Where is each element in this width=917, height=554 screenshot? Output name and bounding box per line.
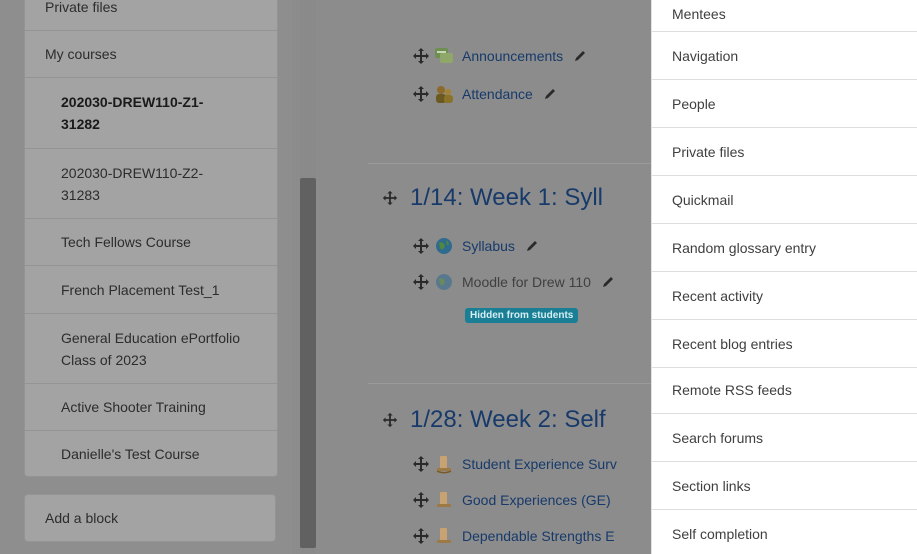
activity-dependable-strengths[interactable]: Dependable Strengths E [412,526,615,546]
block-option-private-files[interactable]: Private files [652,128,917,176]
url-icon [436,238,452,254]
move-icon[interactable] [382,190,398,206]
block-option-label: Random glossary entry [672,239,816,256]
add-block-panel: Mentees Navigation People Private files … [651,0,917,554]
sidebar-item-my-courses[interactable]: My courses [25,30,277,77]
url-icon [436,274,452,290]
move-icon[interactable] [412,491,430,509]
block-option-label: Section links [672,477,751,494]
block-option-mentees[interactable]: Mentees [652,0,917,32]
assignment-icon [437,456,451,474]
block-option-label: Mentees [672,5,726,22]
block-option-label: Private files [672,143,745,160]
activity-student-experience-survey[interactable]: Student Experience Surv [412,454,617,474]
section-divider [368,163,668,164]
block-option-recent-activity[interactable]: Recent activity [652,272,917,320]
block-option-search-forums[interactable]: Search forums [652,414,917,462]
block-option-label: Search forums [672,429,764,446]
sidebar-item-gen-ed-eportfolio[interactable]: General Education ePortfolio Class of 20… [25,313,277,383]
move-icon[interactable] [382,412,398,428]
block-option-label: Quickmail [672,191,734,208]
block-option-label: People [672,95,716,112]
scrollbar-thumb[interactable] [300,178,316,548]
activity-label[interactable]: Moodle for Drew 110 [462,274,591,290]
block-option-self-completion[interactable]: Self completion [652,510,917,554]
section-title[interactable]: 1/14: Week 1: Syll [410,184,603,212]
edit-pencil-icon[interactable] [543,87,557,101]
sidebar-item-label: Active Shooter Training [61,399,206,415]
moodle-page: Private files My courses 202030-DREW110-… [0,0,917,554]
sidebar-item-private-files[interactable]: Private files [25,0,277,30]
activity-good-experiences[interactable]: Good Experiences (GE) [412,490,611,510]
sidebar-item-tech-fellows[interactable]: Tech Fellows Course [25,218,277,265]
block-option-recent-blog[interactable]: Recent blog entries [652,320,917,368]
sidebar-item-french-placement[interactable]: French Placement Test_1 [25,265,277,313]
assignment-icon [437,528,451,543]
sidebar-item-label: Tech Fellows Course [61,234,191,250]
section-week-1: 1/14: Week 1: Syll [382,184,603,212]
add-a-block[interactable]: Add a block [24,494,276,542]
edit-pencil-icon[interactable] [573,49,587,63]
sidebar-item-active-shooter[interactable]: Active Shooter Training [25,383,277,430]
activity-announcements[interactable]: Announcements [412,46,587,66]
activity-label[interactable]: Syllabus [462,238,515,254]
block-option-navigation[interactable]: Navigation [652,32,917,80]
activity-label[interactable]: Dependable Strengths E [462,528,615,544]
sidebar-item-label: My courses [45,46,117,62]
section-title[interactable]: 1/28: Week 2: Self [410,406,606,434]
navigation-block: Private files My courses 202030-DREW110-… [24,0,278,477]
section-week-2: 1/28: Week 2: Self [382,406,606,434]
block-option-random-glossary[interactable]: Random glossary entry [652,224,917,272]
move-icon[interactable] [412,527,430,545]
sidebar-item-label: General Education ePortfolio Class of 20… [61,329,240,368]
attendance-icon [436,86,453,103]
edit-pencil-icon[interactable] [601,275,615,289]
activity-label[interactable]: Announcements [462,48,563,64]
sidebar-item-course-z2[interactable]: 202030-DREW110-Z2-31283 [25,148,277,218]
hidden-from-students-badge: Hidden from students [465,308,579,323]
sidebar-item-course-z1[interactable]: 202030-DREW110-Z1-31282 [25,77,277,148]
move-icon[interactable] [412,47,430,65]
sidebar-item-label: 202030-DREW110-Z1-31282 [61,94,204,132]
activity-label[interactable]: Student Experience Surv [462,456,617,472]
add-block-label: Add a block [45,510,119,526]
activity-attendance[interactable]: Attendance [412,84,557,104]
edit-pencil-icon[interactable] [525,239,539,253]
sidebar-item-label: 202030-DREW110-Z2-31283 [61,164,204,203]
activity-moodle-for-drew[interactable]: Moodle for Drew 110 [412,272,615,292]
move-icon[interactable] [412,85,430,103]
forum-icon [435,48,453,63]
block-option-label: Remote RSS feeds [672,381,792,398]
activity-label[interactable]: Good Experiences (GE) [462,492,611,508]
activity-label[interactable]: Attendance [462,86,533,102]
sidebar-item-danielles-test[interactable]: Danielle's Test Course [25,430,277,476]
block-option-label: Recent activity [672,287,764,304]
move-icon[interactable] [412,455,430,473]
section-divider [368,383,668,384]
activity-syllabus[interactable]: Syllabus [412,236,539,256]
assignment-icon [437,492,451,507]
block-option-label: Recent blog entries [672,335,793,352]
sidebar-item-label: Danielle's Test Course [61,445,200,462]
move-icon[interactable] [412,237,430,255]
block-option-quickmail[interactable]: Quickmail [652,176,917,224]
block-option-section-links[interactable]: Section links [652,462,917,510]
move-icon[interactable] [412,273,430,291]
block-option-remote-rss[interactable]: Remote RSS feeds [652,366,917,414]
block-option-people[interactable]: People [652,80,917,128]
block-option-label: Self completion [672,526,768,542]
sidebar-item-label: Private files [45,0,118,15]
block-option-label: Navigation [672,47,739,64]
sidebar-item-label: French Placement Test_1 [61,281,220,298]
